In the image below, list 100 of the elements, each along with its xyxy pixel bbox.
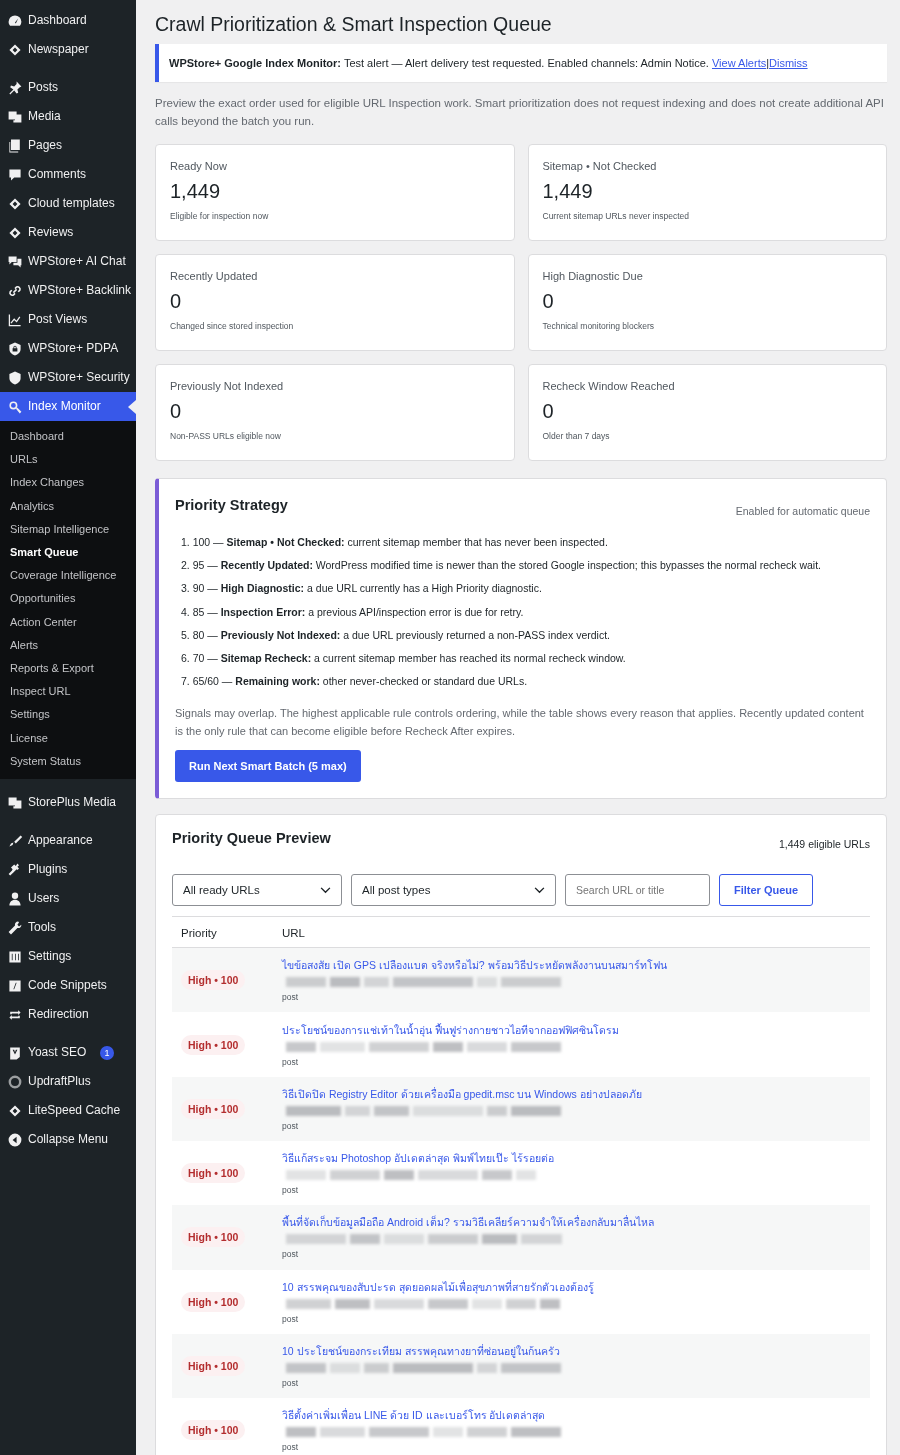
stat-note: Technical monitoring blockers (542, 321, 655, 331)
strategy-status: Enabled for automatic queue (735, 505, 870, 517)
notice-link[interactable]: Dismiss (769, 57, 808, 69)
image-icon (7, 108, 23, 125)
priority-badge: High • 100 (181, 1098, 246, 1119)
sliders-icon (7, 948, 23, 965)
sidebar-item[interactable]: UpdraftPlus (0, 1067, 136, 1097)
stat-note: Current sitemap URLs never inspected (542, 211, 690, 221)
user-icon (7, 890, 23, 907)
run-batch-button[interactable]: Run Next Smart Batch (5 max) (175, 750, 361, 783)
rule-text: 7. 65/60 — Remaining work: other never-checked or standard due URLs. (181, 674, 529, 689)
stat-note: Eligible for inspection now (170, 211, 270, 221)
submenu-item[interactable]: Dashboard (0, 425, 136, 449)
priority-badge: High • 100 (181, 1291, 246, 1312)
column-header: Priority (180, 927, 218, 940)
sidebar-item[interactable]: Cloud templates (0, 189, 136, 218)
post-title-link[interactable]: พื้นที่จัดเก็บข้อมูลมือถือ Android เต็ม? รวมวิธีเคลียร์ความจำให้เครื่องกลับมาลื่นไหล (282, 1215, 654, 1230)
sidebar-item[interactable]: WPStore+ AI Chat (0, 247, 136, 276)
sidebar-item[interactable]: WPStore+ Security (0, 363, 136, 392)
submenu-item[interactable]: Sitemap Intelligence (0, 517, 136, 541)
sidebar-item[interactable]: Redirection (0, 1000, 136, 1030)
post-type: post (282, 1249, 299, 1260)
post-title-link[interactable]: วิธีตั้งค่าเพิ่มเพื่อน LINE ด้วย ID และเบอร์โทร อัปเดตล่าสุด (282, 1408, 546, 1423)
pointer-icon (128, 399, 136, 414)
panel-title: Priority Queue Preview (172, 830, 331, 847)
sidebar-item[interactable]: Dashboard (0, 6, 136, 35)
notice-text: WPStore+ Google Index Monitor: Test alert — Alert delivery test requested. Enabled channels: Admin Notice. View Alerts|Dismiss (169, 57, 809, 69)
chevron-down-icon (320, 886, 331, 894)
sidebar-item[interactable]: Pages (0, 131, 136, 160)
priority-badge: High • 100 (181, 1356, 246, 1377)
sidebar-item[interactable]: LiteSpeed Cache (0, 1096, 136, 1126)
stat-label: Ready Now (170, 160, 228, 172)
submenu-item[interactable]: Settings (0, 703, 136, 727)
submenu-item[interactable]: Index Changes (0, 471, 136, 495)
submenu-item[interactable]: Alerts (0, 633, 136, 658)
sidebar-item[interactable]: Post Views (0, 305, 136, 334)
sidebar-item[interactable]: Newspaper (0, 35, 136, 64)
post-title-link[interactable]: 10 ประโยชน์ของกระเทียม สรรพคุณทางยาที่ซ่อนอยู่ในก้นครัว (282, 1344, 560, 1359)
sidebar-item[interactable]: Posts (0, 73, 136, 102)
sidebar-item[interactable]: Reviews (0, 218, 136, 247)
chevron-down-icon (534, 886, 545, 894)
submenu-item[interactable]: Inspect URL (0, 680, 136, 704)
stat-note: Older than 7 days (542, 431, 611, 441)
lock-shield-icon (7, 340, 23, 357)
stat-label: High Diagnostic Due (542, 270, 644, 282)
sidebar-item[interactable]: Tools (0, 913, 136, 943)
code-icon (7, 977, 23, 994)
sidebar-item[interactable]: Appearance (0, 826, 136, 856)
sidebar-item[interactable]: Yoast SEO 1 (0, 1038, 136, 1068)
chart-icon (7, 311, 23, 328)
rule-text: 2. 95 — Recently Updated: WordPress modified time is newer than the stored Google inspection; this bypasses the normal recheck wait. (181, 558, 823, 573)
search-icon (7, 398, 23, 415)
collapse-icon (7, 1131, 23, 1148)
sidebar-item[interactable]: Comments (0, 160, 136, 189)
post-title-link[interactable]: 10 สรรพคุณของสับปะรด สุดยอดผลไม้เพื่อสุขภาพที่สายรักตัวเองต้องรู้ (282, 1279, 594, 1294)
submenu-item[interactable]: Action Center (0, 610, 136, 634)
rule-text: 6. 70 — Sitemap Recheck: a current sitemap member has reached its normal recheck window. (181, 650, 627, 665)
rule-text: 5. 80 — Previously Not Indexed: a due URL previously returned a non-PASS index verdict. (181, 627, 611, 642)
sidebar-item[interactable]: Plugins (0, 855, 136, 885)
page-description: Preview the exact order used for eligible URL Inspection work. Smart prioritization does not request indexing and does not create additional API calls beyond the batch you run. (155, 96, 885, 129)
search-field[interactable]: Search URL or title (565, 874, 710, 907)
sidebar-item[interactable]: Settings (0, 942, 136, 972)
submenu-item[interactable]: System Status (0, 749, 136, 774)
post-title-link[interactable]: ไขข้อสงสัย เปิด GPS เปลืองแบต จริงหรือไม่? พร้อมวิธีประหยัดพลังงานบนสมาร์ทโฟน (282, 958, 667, 973)
sidebar-item[interactable]: Collapse Menu (0, 1125, 136, 1155)
filter-button[interactable]: Filter Queue (719, 874, 814, 907)
submenu-item[interactable]: Opportunities (0, 587, 136, 611)
sidebar-item[interactable]: Code Snippets (0, 971, 136, 1001)
stat-value: 0 (542, 290, 555, 313)
stat-value: 1,449 (170, 180, 222, 203)
post-title-link[interactable]: วิธีแก้สระจม Photoshop อัปเดตล่าสุด พิมพ์ไทยเป๊ะ ไร้รอยต่อ (282, 1151, 554, 1166)
sidebar-item[interactable]: WPStore+ PDPA (0, 334, 136, 363)
stat-note: Non-PASS URLs eligible now (170, 431, 282, 441)
stat-label: Previously Not Indexed (170, 380, 285, 392)
submenu-item[interactable]: Coverage Intelligence (0, 564, 136, 588)
stat-label: Recently Updated (170, 270, 259, 282)
stat-note: Changed since stored inspection (170, 321, 295, 331)
submenu-item[interactable]: Analytics (0, 494, 136, 518)
post-type: post (282, 1313, 299, 1324)
post-title-link[interactable]: ประโยชน์ของการแช่เท้าในน้ำอุ่น ฟื้นฟูร่างกายชาวไอทีจากออฟฟิศซินโดรม (282, 1022, 619, 1037)
stat-label: Recheck Window Reached (542, 380, 676, 392)
post-type: post (282, 1185, 299, 1196)
gauge-icon (7, 12, 23, 29)
post-type-select[interactable]: All post types (351, 874, 556, 907)
submenu-item[interactable]: URLs (0, 448, 136, 472)
sidebar-item[interactable]: Index Monitor (0, 392, 136, 421)
submenu-item[interactable]: Reports & Export (0, 657, 136, 681)
rule-text: 1. 100 — Sitemap • Not Checked: current sitemap member that has never been inspected. (181, 535, 609, 549)
image-icon (7, 794, 23, 811)
sidebar-item[interactable]: StorePlus Media (0, 788, 136, 818)
sidebar-item[interactable]: Media (0, 102, 136, 131)
stat-label: Sitemap • Not Checked (542, 160, 658, 172)
status-select[interactable]: All ready URLs (172, 874, 342, 907)
pages-icon (7, 137, 23, 154)
submenu-item[interactable]: License (0, 726, 136, 750)
post-title-link[interactable]: วิธีเปิดปิด Registry Editor ด้วยเครื่องมือ gpedit.msc บน Windows อย่างปลอดภัย (282, 1086, 642, 1101)
shield-icon (7, 369, 23, 386)
sidebar-item[interactable]: WPStore+ Backlink (0, 276, 136, 305)
sidebar-item[interactable]: Users (0, 884, 136, 914)
submenu-item[interactable]: Smart Queue (0, 541, 136, 565)
